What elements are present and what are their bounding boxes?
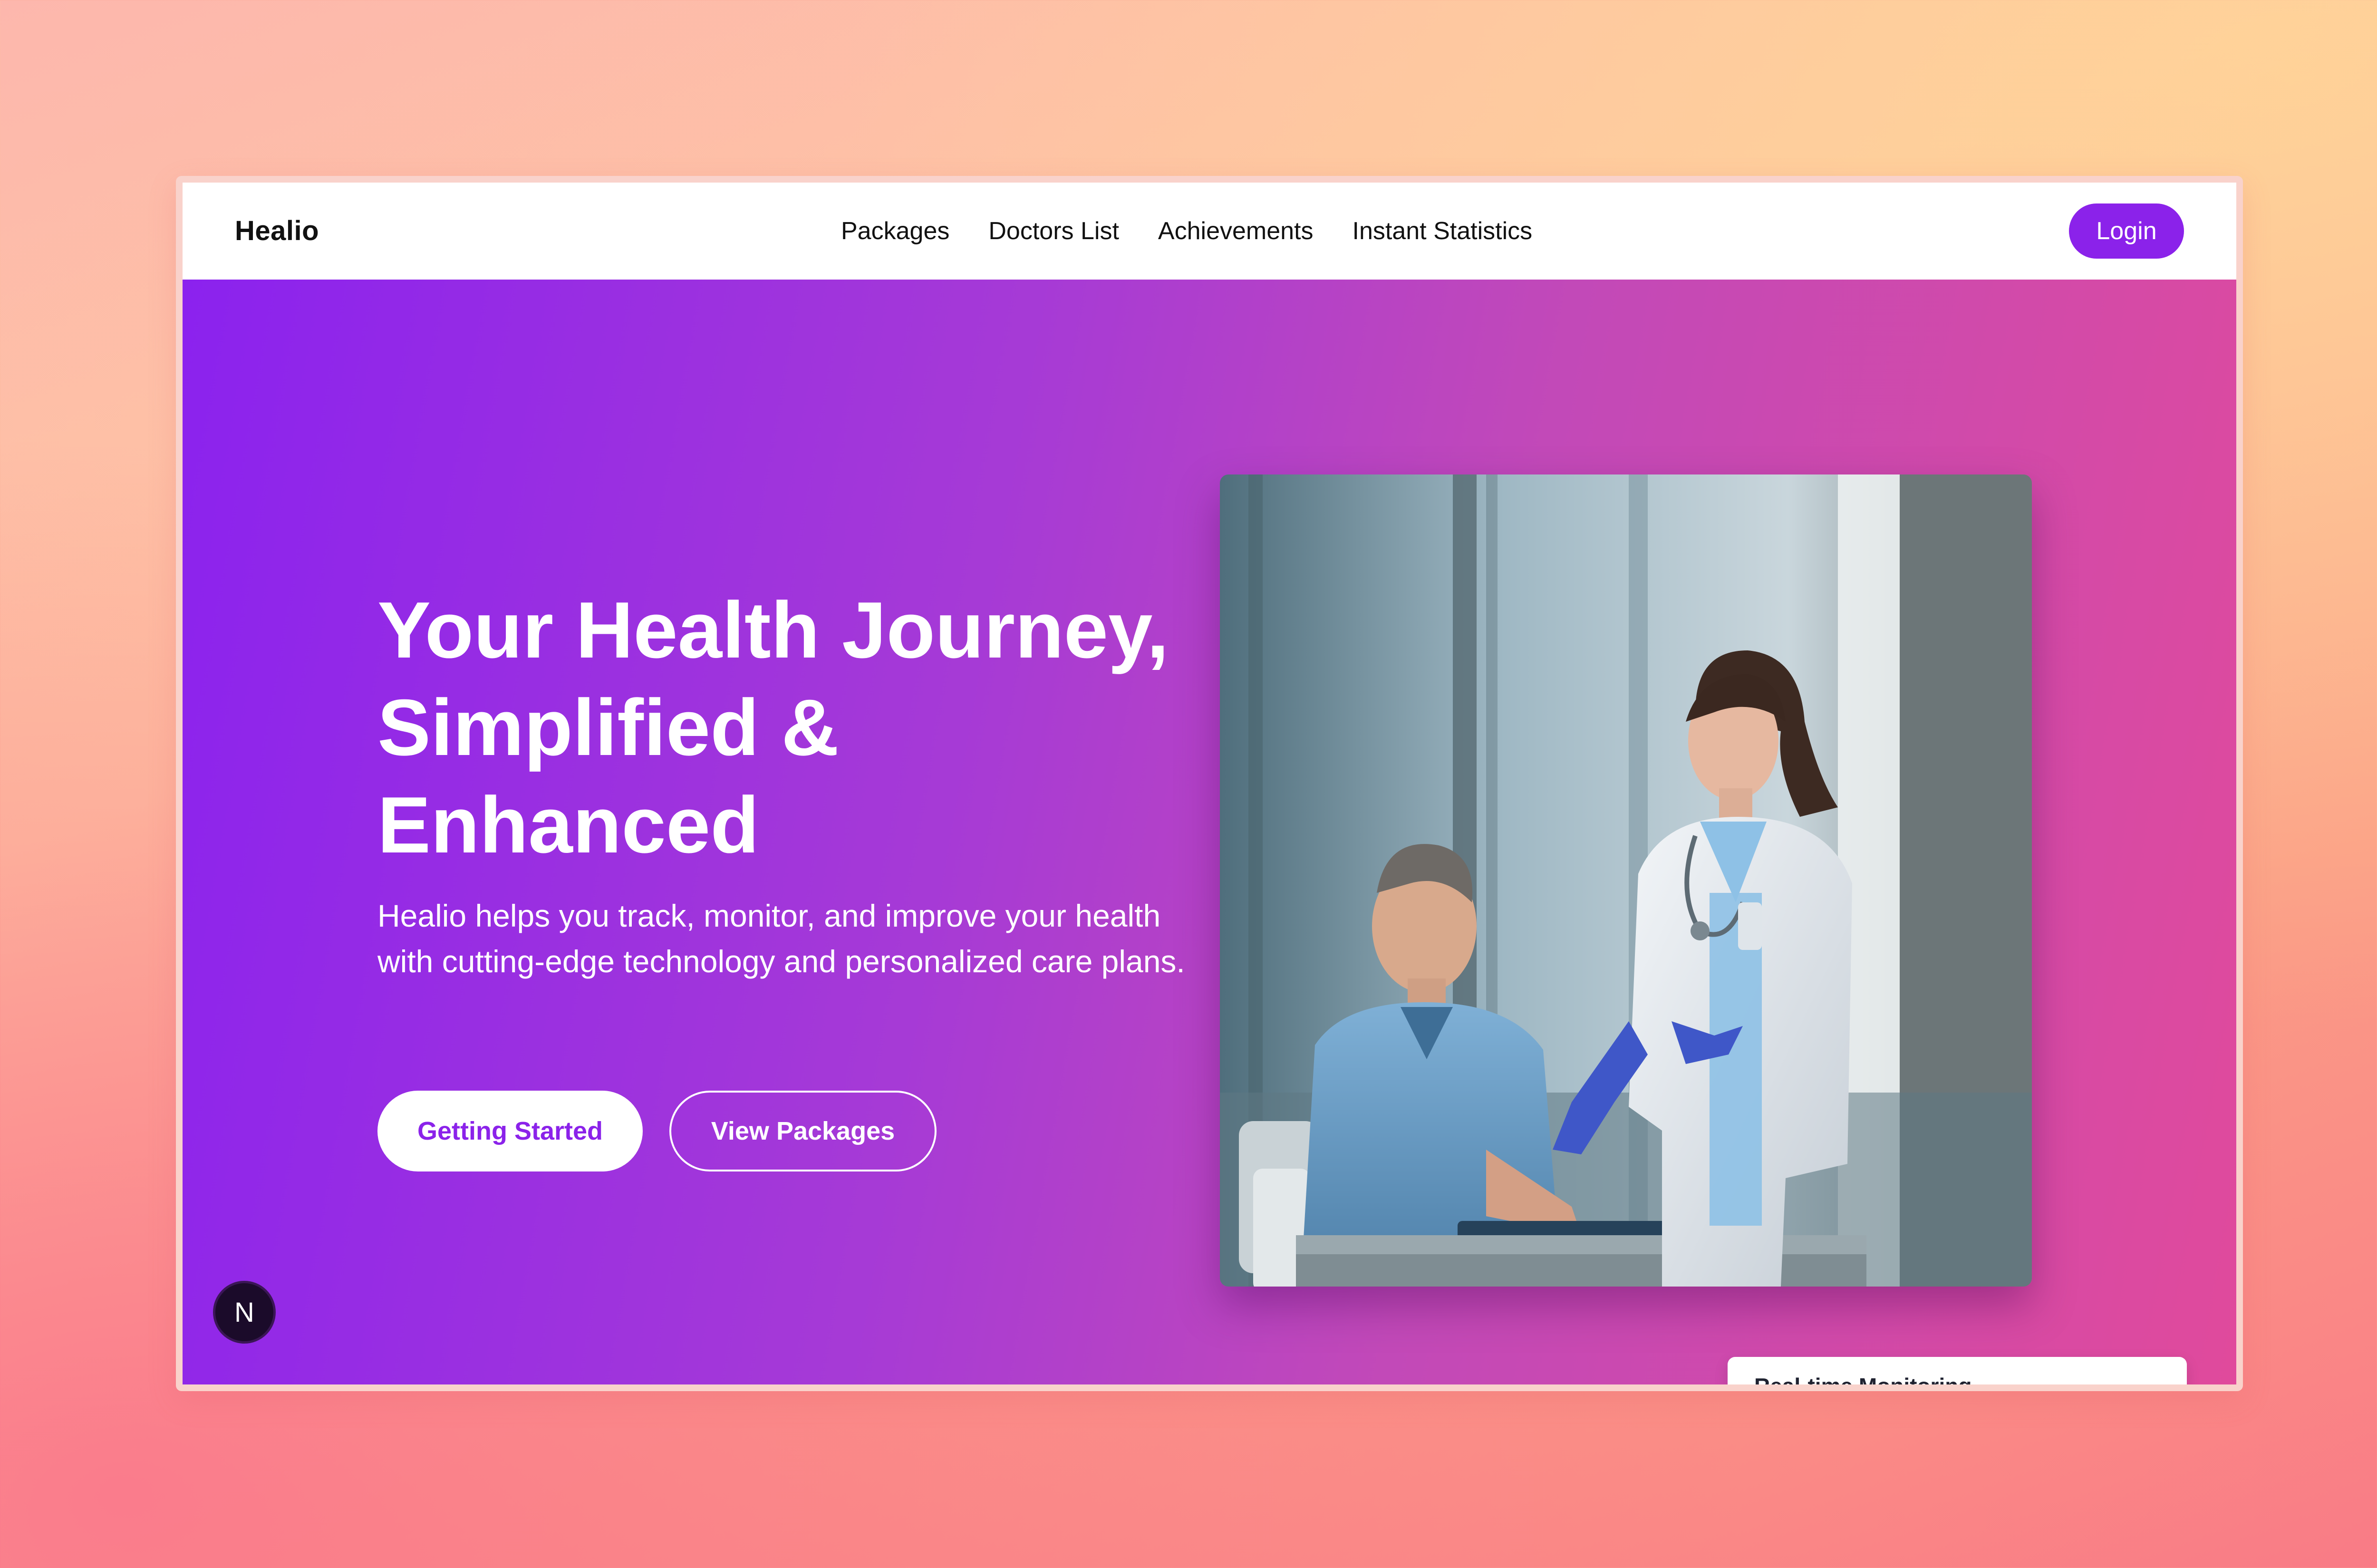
- nav-item-achievements: Achievements: [1158, 217, 1314, 245]
- hero-section: Your Health Journey, Simplified & Enhanc…: [183, 280, 2236, 1391]
- nav-link-achievements[interactable]: Achievements: [1158, 217, 1314, 245]
- hero-subtitle: Healio helps you track, monitor, and imp…: [377, 898, 1185, 979]
- nav-link-doctors-list[interactable]: Doctors List: [988, 217, 1119, 245]
- view-packages-button[interactable]: View Packages: [669, 1091, 937, 1171]
- getting-started-button[interactable]: Getting Started: [377, 1091, 643, 1171]
- nav-link-packages[interactable]: Packages: [841, 217, 949, 245]
- hero-doctor-patient-image: [1220, 474, 2032, 1287]
- login-button[interactable]: Login: [2069, 203, 2184, 259]
- realtime-monitoring-card: Real-time Monitoring: [1728, 1357, 2187, 1391]
- brand-logo[interactable]: Healio: [235, 183, 319, 280]
- navbar: Healio Packages Doctors List Achievement…: [183, 183, 2236, 280]
- card-title: Real-time Monitoring: [1754, 1374, 1972, 1391]
- nextjs-logo-icon: N: [234, 1297, 254, 1328]
- nav-link-instant-statistics[interactable]: Instant Statistics: [1353, 217, 1533, 245]
- nav-item-packages: Packages: [841, 217, 949, 245]
- nextjs-dev-badge[interactable]: N: [213, 1281, 276, 1344]
- nav-item-doctors-list: Doctors List: [988, 217, 1119, 245]
- hero-title: Your Health Journey, Simplified & Enhanc…: [377, 585, 1169, 870]
- nav-links: Packages Doctors List Achievements Insta…: [841, 183, 1532, 280]
- browser-frame: Healio Packages Doctors List Achievement…: [176, 176, 2243, 1391]
- nav-item-instant-statistics: Instant Statistics: [1353, 217, 1533, 245]
